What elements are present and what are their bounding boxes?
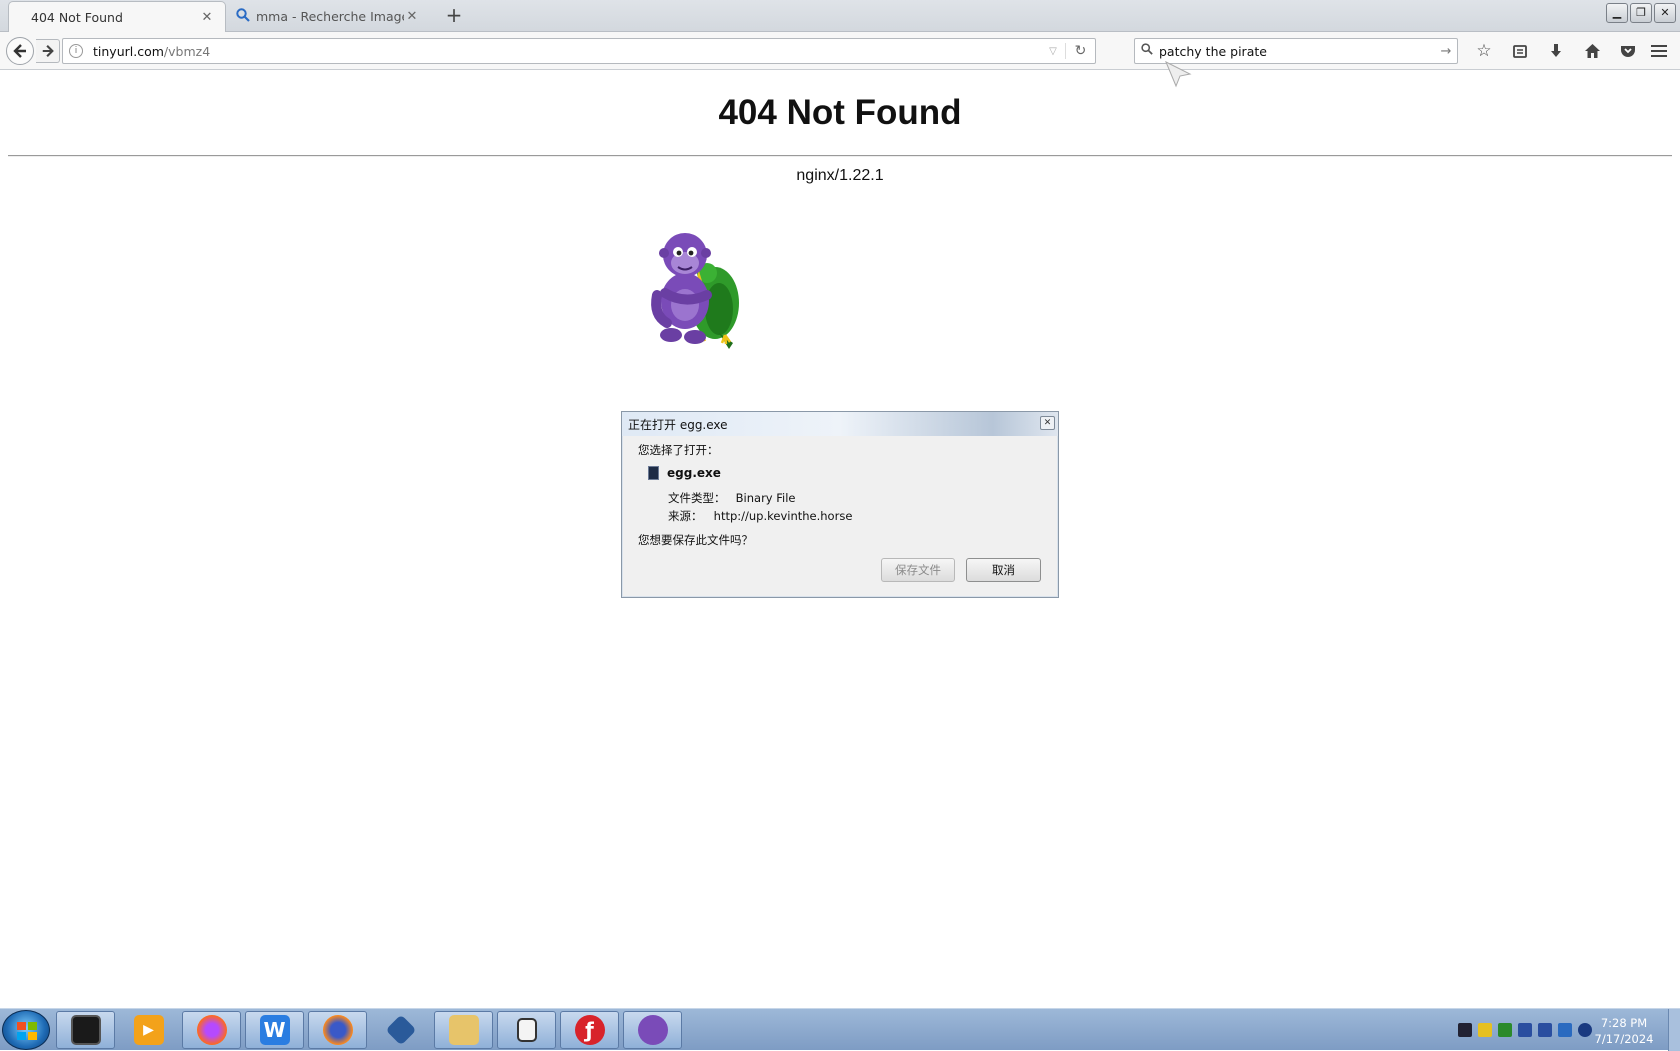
- url-host: tinyurl.com: [93, 43, 164, 59]
- firefox-icon: [196, 1015, 227, 1045]
- close-tab-icon[interactable]: ✕: [199, 10, 215, 25]
- bookmark-star-icon[interactable]: ☆: [1466, 38, 1502, 64]
- start-button[interactable]: [2, 1010, 50, 1050]
- page-title: 404 Not Found: [718, 93, 962, 132]
- windows-logo-icon: [17, 1022, 37, 1040]
- tab-404-not-found[interactable]: 404 Not Found ✕: [8, 1, 226, 32]
- save-file-button[interactable]: 保存文件: [881, 558, 955, 582]
- arrow-left-icon: [13, 44, 26, 58]
- search-icon: [236, 7, 256, 26]
- clock[interactable]: 7:28 PM 7/17/2024: [1584, 1015, 1664, 1047]
- file-source-label: 来源：: [668, 509, 703, 523]
- minimize-button[interactable]: ▁: [1606, 3, 1628, 23]
- tray-banana-icon[interactable]: [1478, 1023, 1492, 1037]
- search-input[interactable]: patchy the pirate: [1159, 44, 1435, 59]
- tab-label: mma - Recherche Images: [256, 9, 404, 24]
- arrow-right-icon: [42, 45, 54, 57]
- mouse-cursor-icon: [1165, 60, 1192, 88]
- divider: [8, 155, 1672, 157]
- explorer-icon: [448, 1015, 479, 1045]
- dialog-title: 正在打开 egg.exe: [628, 417, 728, 432]
- folder-icon: [516, 1018, 537, 1042]
- file-icon: [648, 466, 659, 480]
- show-desktop-button[interactable]: [1668, 1009, 1680, 1051]
- file-type-label: 文件类型：: [668, 491, 726, 505]
- tab-label: 404 Not Found: [31, 9, 123, 25]
- taskbar-virtualbox[interactable]: [371, 1011, 430, 1049]
- page-content: 404 Not Found nginx/1.22.1 正在打开 egg.exe …: [0, 71, 1680, 1008]
- taskbar-firefox-2[interactable]: [308, 1011, 367, 1049]
- menu-icon[interactable]: [1644, 38, 1674, 64]
- firefox-icon: [322, 1015, 353, 1045]
- download-icon[interactable]: [1538, 38, 1574, 64]
- flash-icon: ƒ: [574, 1015, 605, 1045]
- url-path: /vbmz4: [163, 43, 211, 59]
- file-source-value: http://up.kevinthe.horse: [713, 509, 853, 523]
- download-dialog: 正在打开 egg.exe ✕ 您选择了打开： egg.exe 文件类型： Bin…: [621, 411, 1059, 598]
- dialog-question: 您想要保存此文件吗？: [638, 533, 753, 547]
- bonzi-icon: [637, 1015, 668, 1045]
- file-type-row: 文件类型： Binary File: [668, 490, 796, 506]
- close-tab-icon[interactable]: ✕: [404, 9, 420, 24]
- file-name: egg.exe: [667, 466, 721, 480]
- toolbar-icons: ☆: [1466, 38, 1646, 64]
- taskbar-explorer[interactable]: [434, 1011, 493, 1049]
- reload-icon[interactable]: ↻: [1065, 43, 1095, 59]
- clock-date: 7/17/2024: [1594, 1032, 1654, 1046]
- taskbar-bonzi[interactable]: [623, 1011, 682, 1049]
- tab-strip: 404 Not Found ✕ mma - Recherche Images ✕…: [0, 0, 1680, 32]
- system-tray: [1458, 1013, 1592, 1047]
- taskbar: ▶ W ƒ 7:28 PM 7/17/2024: [0, 1008, 1680, 1051]
- mascot-image: [651, 233, 739, 349]
- search-go-icon[interactable]: →: [1435, 44, 1457, 59]
- window-controls: ▁ ❐ ✕: [1606, 3, 1676, 23]
- taskbar-flash[interactable]: ƒ: [560, 1011, 619, 1049]
- close-icon[interactable]: ✕: [1040, 416, 1055, 430]
- back-button[interactable]: [6, 37, 34, 65]
- forward-button[interactable]: [36, 39, 60, 63]
- dropdown-icon[interactable]: ▽: [1041, 46, 1065, 57]
- dialog-titlebar[interactable]: 正在打开 egg.exe ✕: [622, 412, 1058, 436]
- tray-flag-icon[interactable]: [1458, 1023, 1472, 1037]
- taskbar-apps: ▶ W ƒ: [56, 1011, 682, 1049]
- file-source-row: 来源： http://up.kevinthe.horse: [668, 508, 852, 524]
- search-icon: [1141, 43, 1159, 59]
- navigation-bar: i tinyurl.com/vbmz4 ▽ ↻ patchy the pirat…: [0, 32, 1680, 70]
- tray-monitor-icon[interactable]: [1558, 1023, 1572, 1037]
- file-type-value: Binary File: [735, 491, 796, 505]
- taskbar-media-box[interactable]: [56, 1011, 115, 1049]
- url-bar[interactable]: i tinyurl.com/vbmz4 ▽ ↻: [62, 38, 1096, 64]
- info-icon[interactable]: i: [69, 44, 83, 58]
- tray-shield-icon[interactable]: [1518, 1023, 1532, 1037]
- tab-recherche-images[interactable]: mma - Recherche Images ✕: [226, 1, 430, 32]
- cancel-button[interactable]: 取消: [966, 558, 1041, 582]
- clock-time: 7:28 PM: [1600, 1016, 1648, 1030]
- media-box-icon: [70, 1015, 101, 1045]
- reading-list-icon[interactable]: [1502, 38, 1538, 64]
- file-row: egg.exe: [648, 466, 721, 480]
- virtualbox-icon: [384, 1014, 417, 1046]
- tray-network-icon[interactable]: [1538, 1023, 1552, 1037]
- dialog-prompt: 您选择了打开：: [638, 443, 719, 457]
- server-signature: nginx/1.22.1: [796, 167, 884, 184]
- pocket-icon[interactable]: [1610, 38, 1646, 64]
- home-icon[interactable]: [1574, 38, 1610, 64]
- taskbar-firefox-1[interactable]: [182, 1011, 241, 1049]
- word-w-icon: W: [259, 1015, 290, 1045]
- taskbar-folder[interactable]: [497, 1011, 556, 1049]
- restore-button[interactable]: ❐: [1630, 3, 1652, 23]
- taskbar-word[interactable]: W: [245, 1011, 304, 1049]
- taskbar-media-player[interactable]: ▶: [119, 1011, 178, 1049]
- close-window-button[interactable]: ✕: [1654, 3, 1676, 23]
- new-tab-button[interactable]: +: [442, 4, 466, 28]
- media-player-icon: ▶: [133, 1015, 164, 1045]
- tray-tree-icon[interactable]: [1498, 1023, 1512, 1037]
